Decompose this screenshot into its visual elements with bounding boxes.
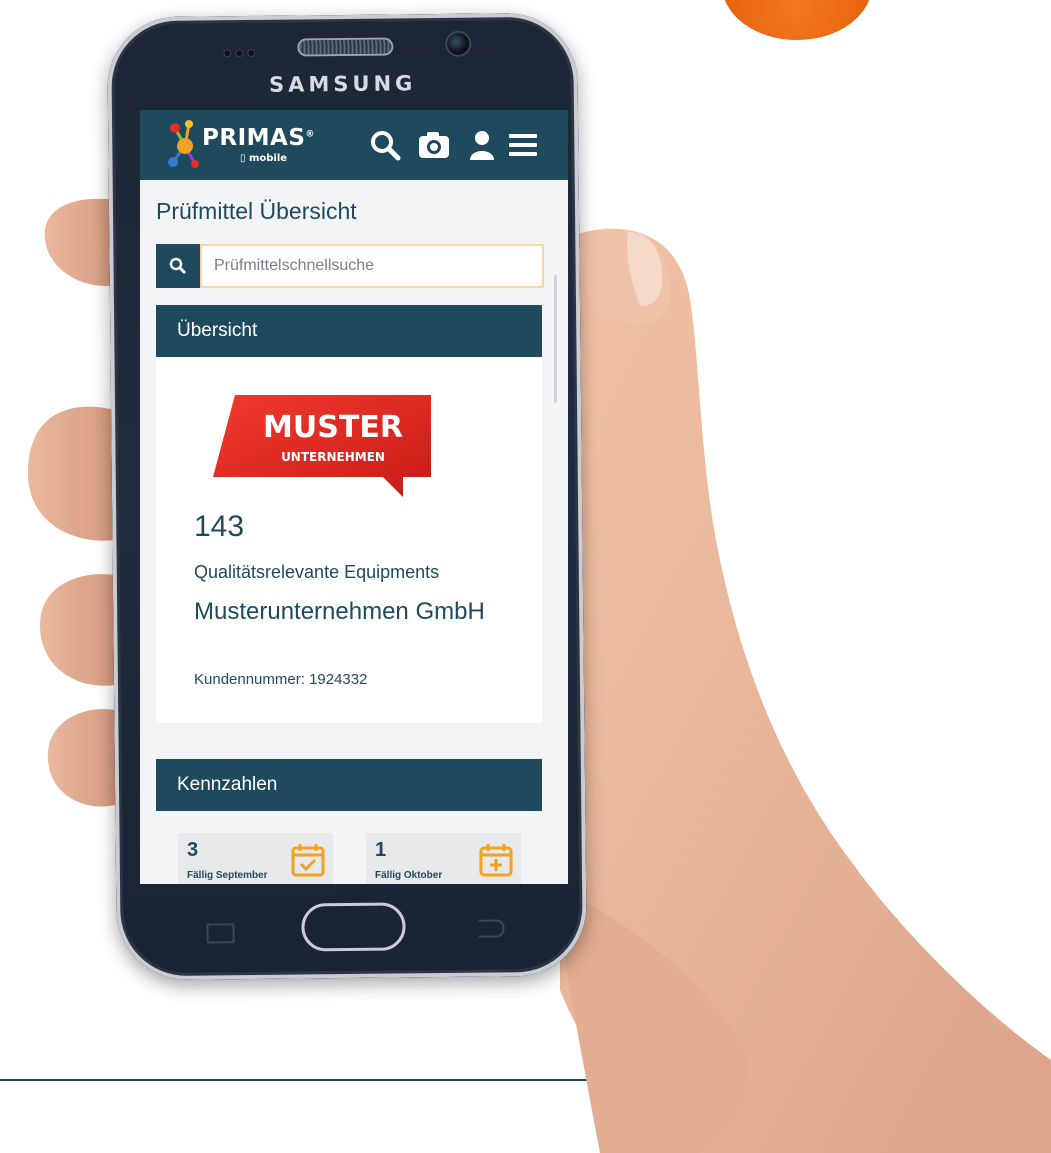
menu-icon[interactable]: [506, 128, 540, 162]
customer-number: Kundennummer: 1924332: [194, 671, 368, 688]
search-input[interactable]: Prüfmittelschnellsuche: [200, 244, 544, 288]
camera-icon[interactable]: [417, 128, 451, 162]
primas-logo-icon[interactable]: [165, 118, 201, 172]
search-icon: [169, 257, 186, 274]
home-button[interactable]: [301, 902, 406, 952]
app-screen: PRIMAS® ▯ mobile Prüfmittel Übersicht Pr…: [140, 110, 568, 884]
overview-header: Übersicht: [156, 305, 542, 357]
kpi-header: Kennzahlen: [156, 759, 542, 811]
back-key[interactable]: [478, 919, 505, 938]
equipment-count: 143: [194, 510, 245, 543]
search-button[interactable]: [156, 244, 200, 288]
sensor-dots: [223, 44, 263, 58]
earpiece: [299, 39, 392, 55]
logo-line2: UNTERNEHMEN: [281, 450, 385, 464]
company-name: Musterunternehmen GmbH: [194, 598, 485, 625]
front-camera: [447, 32, 470, 55]
recent-apps-key[interactable]: [206, 923, 235, 944]
logo-line1: MUSTER: [263, 410, 403, 445]
kpi-value: 1: [375, 839, 387, 861]
page-title: Prüfmittel Übersicht: [156, 198, 357, 224]
kpi-value: 3: [187, 839, 199, 861]
app-topbar: PRIMAS® ▯ mobile: [140, 110, 568, 180]
search-icon[interactable]: [368, 128, 402, 162]
overview-card: MUSTER UNTERNEHMEN 143 Qualitätsrelevant…: [156, 357, 542, 723]
logo-subtitle: ▯ mobile: [240, 153, 288, 164]
company-logo: MUSTER UNTERNEHMEN: [213, 395, 431, 497]
kpi-tile[interactable]: 1 Fällig Oktober: [366, 833, 521, 884]
logo-text: PRIMAS®: [202, 125, 315, 151]
kpi-tile[interactable]: 3 Fällig September: [178, 833, 333, 884]
quick-search: Prüfmittelschnellsuche: [156, 244, 544, 288]
device-brand: SAMSUNG: [268, 71, 417, 97]
calendar-plus-icon: [479, 844, 513, 877]
calendar-check-icon: [291, 844, 325, 877]
scrollbar[interactable]: [554, 275, 557, 403]
kpi-label: Fällig September: [187, 870, 268, 881]
kpi-label: Fällig Oktober: [375, 870, 443, 881]
equipment-count-label: Qualitätsrelevante Equipments: [194, 562, 440, 582]
user-icon[interactable]: [465, 128, 499, 162]
